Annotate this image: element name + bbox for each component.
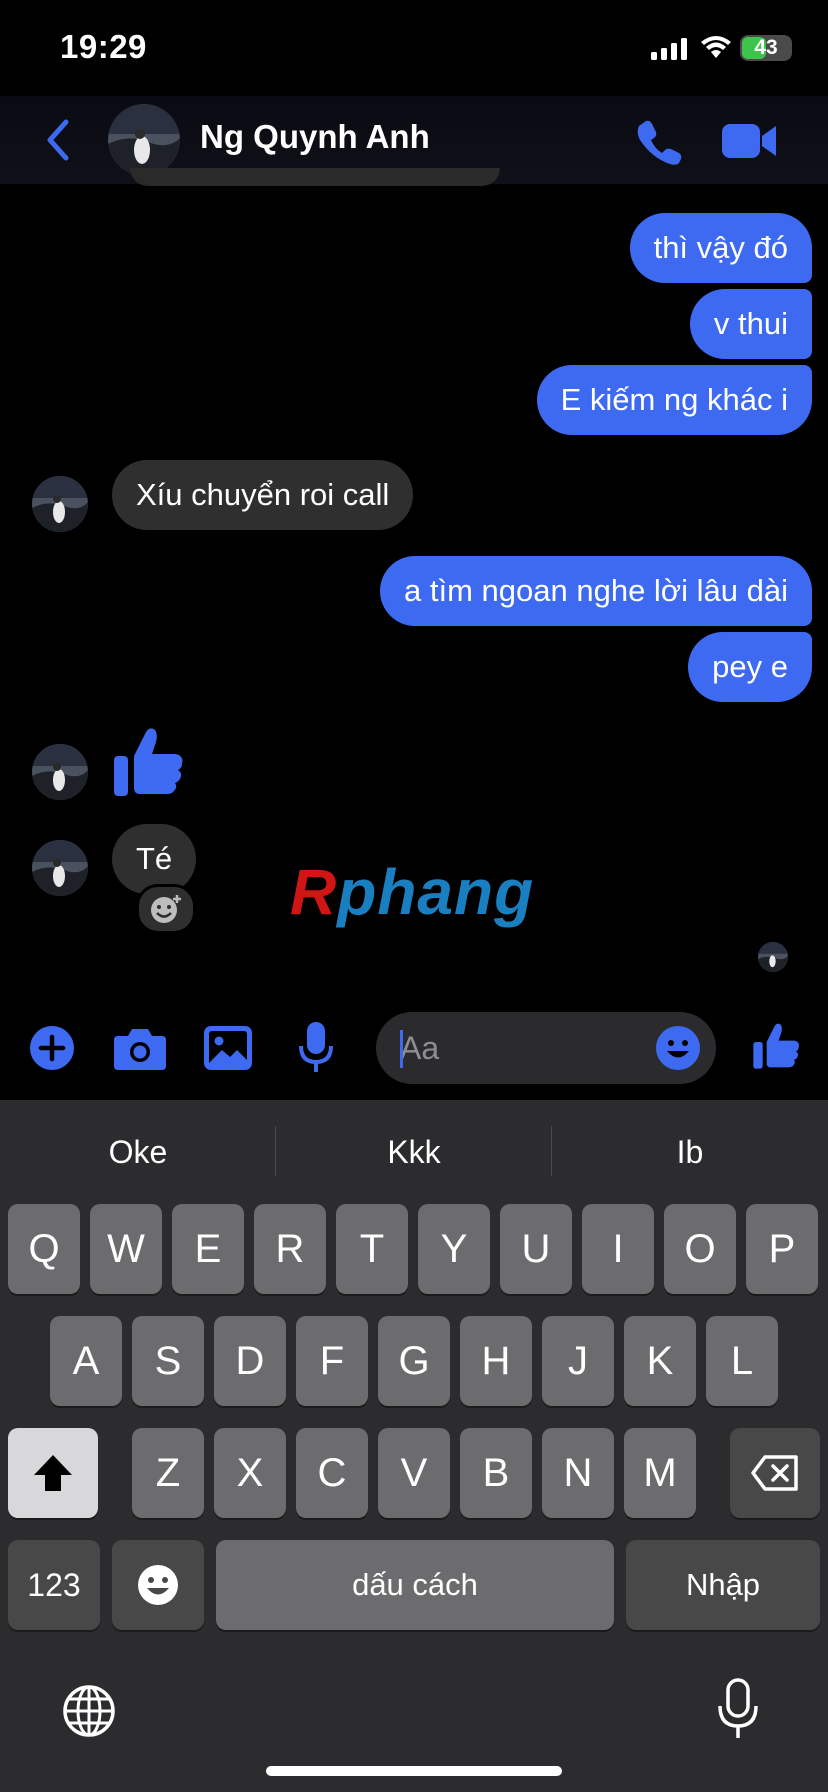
home-indicator[interactable] — [266, 1766, 562, 1776]
key-d[interactable]: D — [214, 1316, 286, 1406]
numbers-key[interactable]: 123 — [8, 1540, 100, 1630]
key-n[interactable]: N — [542, 1428, 614, 1518]
battery-icon: 43 — [740, 35, 792, 61]
watermark-logo: Rphang — [290, 856, 535, 928]
status-bar: 19:29 43 — [0, 0, 828, 96]
camera-icon[interactable] — [114, 1026, 166, 1070]
suggestion-item[interactable]: Oke — [0, 1122, 276, 1182]
return-key[interactable]: Nhập — [626, 1540, 820, 1630]
key-r[interactable]: R — [254, 1204, 326, 1294]
battery-level: 43 — [754, 36, 778, 59]
wifi-icon — [701, 36, 731, 58]
partial-message-bubble — [130, 168, 500, 186]
contact-avatar[interactable] — [108, 104, 180, 176]
back-chevron-icon[interactable] — [44, 118, 70, 162]
key-x[interactable]: X — [214, 1428, 286, 1518]
suggestion-item[interactable]: Kkk — [276, 1122, 552, 1182]
incoming-message[interactable]: Xíu chuyển roi call — [112, 460, 414, 530]
outgoing-message[interactable]: a tìm ngoan nghe lời lâu dài — [380, 556, 812, 626]
emoji-icon[interactable] — [656, 1026, 700, 1070]
key-k[interactable]: K — [624, 1316, 696, 1406]
plus-icon[interactable] — [30, 1026, 74, 1070]
send-like-icon[interactable] — [752, 1022, 800, 1070]
message-input[interactable]: Aa — [376, 1012, 716, 1084]
key-q[interactable]: Q — [8, 1204, 80, 1294]
key-z[interactable]: Z — [132, 1428, 204, 1518]
delete-key[interactable] — [730, 1428, 820, 1518]
key-a[interactable]: A — [50, 1316, 122, 1406]
emoji-add-icon — [151, 895, 181, 923]
key-l[interactable]: L — [706, 1316, 778, 1406]
key-h[interactable]: H — [460, 1316, 532, 1406]
text-cursor — [400, 1030, 403, 1068]
emoji-key[interactable] — [112, 1540, 204, 1630]
emoji-icon — [138, 1565, 178, 1605]
seen-indicator-avatar — [758, 942, 788, 972]
dictation-microphone-icon[interactable] — [716, 1678, 760, 1740]
key-y[interactable]: Y — [418, 1204, 490, 1294]
key-c[interactable]: C — [296, 1428, 368, 1518]
outgoing-message[interactable]: v thui — [689, 289, 812, 359]
key-i[interactable]: I — [582, 1204, 654, 1294]
key-m[interactable]: M — [624, 1428, 696, 1518]
outgoing-message[interactable]: pey e — [688, 632, 812, 702]
key-e[interactable]: E — [172, 1204, 244, 1294]
outgoing-message[interactable]: E kiếm ng khác i — [536, 365, 812, 435]
suggestion-item[interactable]: Ib — [552, 1122, 828, 1182]
thumbs-up-sticker-icon[interactable] — [112, 726, 184, 798]
outgoing-message[interactable]: thì vậy đó — [629, 213, 812, 283]
contact-avatar[interactable] — [32, 744, 88, 800]
globe-icon[interactable] — [62, 1684, 116, 1738]
key-f[interactable]: F — [296, 1316, 368, 1406]
status-time: 19:29 — [60, 28, 147, 65]
key-o[interactable]: O — [664, 1204, 736, 1294]
key-u[interactable]: U — [500, 1204, 572, 1294]
key-v[interactable]: V — [378, 1428, 450, 1518]
contact-name[interactable]: Ng Quynh Anh — [200, 118, 430, 156]
key-g[interactable]: G — [378, 1316, 450, 1406]
add-reaction-button[interactable] — [136, 884, 196, 934]
key-w[interactable]: W — [90, 1204, 162, 1294]
backspace-icon — [751, 1455, 798, 1491]
key-s[interactable]: S — [132, 1316, 204, 1406]
contact-avatar[interactable] — [32, 476, 88, 532]
space-key[interactable]: dấu cách — [216, 1540, 614, 1630]
key-t[interactable]: T — [336, 1204, 408, 1294]
key-j[interactable]: J — [542, 1316, 614, 1406]
shift-key[interactable] — [8, 1428, 98, 1518]
gallery-icon[interactable] — [204, 1026, 252, 1070]
message-input-placeholder[interactable]: Aa — [400, 1012, 439, 1084]
key-p[interactable]: P — [746, 1204, 818, 1294]
phone-call-icon[interactable] — [636, 118, 684, 166]
cellular-signal-icon — [651, 38, 687, 60]
key-b[interactable]: B — [460, 1428, 532, 1518]
microphone-icon[interactable] — [298, 1022, 334, 1074]
contact-avatar[interactable] — [32, 840, 88, 896]
shift-arrow-icon — [34, 1455, 72, 1491]
video-call-icon[interactable] — [722, 122, 778, 160]
